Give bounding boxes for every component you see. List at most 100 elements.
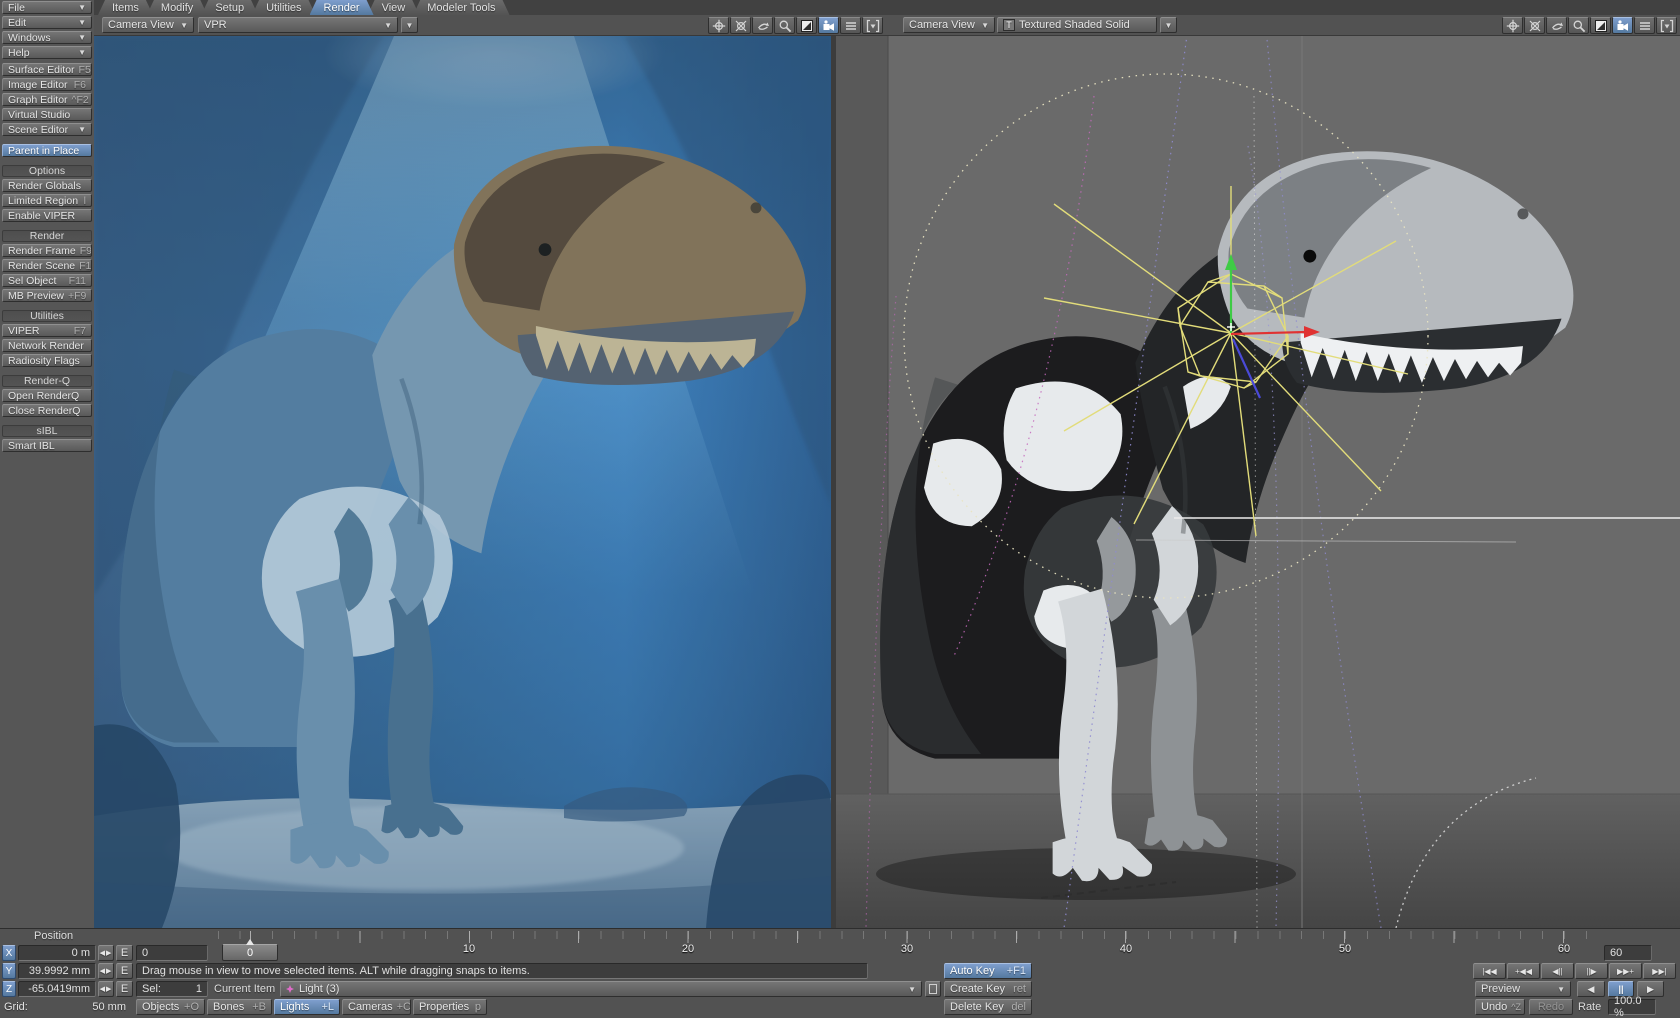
label: Render Frame bbox=[8, 245, 76, 257]
frame-slider-handle[interactable]: 0 bbox=[222, 944, 278, 961]
y-value-field[interactable]: 39.9992 mm bbox=[18, 963, 96, 979]
delete-key-button[interactable]: Delete Keydel bbox=[944, 999, 1032, 1015]
maximize-viewport-icon[interactable] bbox=[1590, 17, 1611, 34]
frame-view-icon[interactable] bbox=[862, 17, 883, 34]
properties-button[interactable]: Propertiesp bbox=[413, 999, 487, 1015]
right-view-type-dropdown[interactable]: Camera View▼ bbox=[903, 17, 995, 33]
x-value-field[interactable]: 0 m bbox=[18, 945, 96, 961]
orbit-view-icon[interactable] bbox=[1546, 17, 1567, 34]
play-reverse-button[interactable]: ◀ bbox=[1577, 981, 1605, 997]
render-frame-button[interactable]: Render FrameF9 bbox=[2, 244, 92, 257]
timeline-track[interactable]: 10 20 30 40 50 60 0 bbox=[211, 931, 1601, 962]
menu-edit[interactable]: Edit▼ bbox=[2, 16, 92, 29]
step-forward-button[interactable]: ||▶ bbox=[1575, 963, 1608, 979]
cameras-mode-button[interactable]: Cameras+C bbox=[342, 999, 411, 1015]
virtual-studio-button[interactable]: Virtual Studio bbox=[2, 108, 92, 121]
vpr-viewport[interactable] bbox=[94, 36, 831, 928]
z-axis-button[interactable]: Z bbox=[2, 981, 16, 997]
lights-mode-button[interactable]: Lights+L bbox=[274, 999, 340, 1015]
current-item-dropdown[interactable]: Light (3)▼ bbox=[280, 981, 922, 997]
pan-view-icon[interactable] bbox=[1502, 17, 1523, 34]
mb-preview-button[interactable]: MB Preview+F9 bbox=[2, 289, 92, 302]
z-envelope-button[interactable]: E bbox=[116, 981, 133, 997]
menu-help[interactable]: Help▼ bbox=[2, 46, 92, 59]
redo-button[interactable]: Redo bbox=[1529, 999, 1573, 1015]
x-envelope-button[interactable]: E bbox=[116, 945, 133, 961]
objects-mode-button[interactable]: Objects+O bbox=[136, 999, 205, 1015]
camera-icon[interactable] bbox=[1612, 17, 1633, 34]
right-render-mode-dropdown[interactable]: TTextured Shaded Solid bbox=[997, 17, 1157, 33]
tab-utilities[interactable]: Utilities bbox=[252, 0, 315, 15]
undo-button[interactable]: Undo^Z bbox=[1475, 999, 1525, 1015]
next-keyframe-button[interactable]: ▶▶+ bbox=[1609, 963, 1642, 979]
create-key-button[interactable]: Create Keyret bbox=[944, 981, 1032, 997]
surface-editor-button[interactable]: Surface EditorF5 bbox=[2, 63, 92, 76]
right-header-extra-dropdown[interactable]: ▼ bbox=[1160, 17, 1177, 33]
go-to-end-button[interactable]: ▶▶| bbox=[1643, 963, 1676, 979]
rate-value-field[interactable]: 100.0 % bbox=[1608, 999, 1656, 1015]
viper-button[interactable]: VIPERF7 bbox=[2, 324, 92, 337]
x-stepper[interactable]: ◀▶ bbox=[98, 945, 114, 961]
open-renderq-button[interactable]: Open RenderQ bbox=[2, 389, 92, 402]
viewport-menu-icon[interactable] bbox=[840, 17, 861, 34]
tab-modeler-tools[interactable]: Modeler Tools bbox=[413, 0, 509, 15]
left-render-mode-dropdown[interactable]: VPR▼ bbox=[198, 17, 398, 33]
menu-file[interactable]: File▼ bbox=[2, 1, 92, 14]
render-globals-button[interactable]: Render Globals bbox=[2, 179, 92, 192]
y-axis-button[interactable]: Y bbox=[2, 963, 16, 979]
shaded-viewport-scene[interactable] bbox=[836, 36, 1680, 928]
shaded-viewport[interactable] bbox=[836, 36, 1680, 928]
preview-dropdown[interactable]: Preview▼ bbox=[1475, 981, 1571, 997]
rotate-view-icon[interactable] bbox=[1524, 17, 1545, 34]
chevron-down-icon: ▼ bbox=[406, 21, 414, 30]
label: Network Render bbox=[8, 340, 84, 352]
bones-mode-button[interactable]: Bones+B bbox=[207, 999, 272, 1015]
graph-editor-button[interactable]: Graph Editor^F2 bbox=[2, 93, 92, 106]
zoom-view-icon[interactable] bbox=[1568, 17, 1589, 34]
enable-viper-button[interactable]: Enable VIPER bbox=[2, 209, 92, 222]
left-view-type-dropdown[interactable]: Camera View▼ bbox=[102, 17, 194, 33]
frame-view-icon[interactable] bbox=[1656, 17, 1677, 34]
pan-view-icon[interactable] bbox=[708, 17, 729, 34]
maximize-viewport-icon[interactable] bbox=[796, 17, 817, 34]
orbit-view-icon[interactable] bbox=[752, 17, 773, 34]
zoom-view-icon[interactable] bbox=[774, 17, 795, 34]
scene-editor-button[interactable]: Scene Editor▼ bbox=[2, 123, 92, 136]
camera-icon[interactable] bbox=[818, 17, 839, 34]
step-back-button[interactable]: ◀|| bbox=[1541, 963, 1574, 979]
auto-key-toggle[interactable]: Auto Key+F1 bbox=[944, 963, 1032, 979]
grid-value: 50 mm bbox=[92, 1001, 126, 1013]
image-editor-button[interactable]: Image EditorF6 bbox=[2, 78, 92, 91]
y-envelope-button[interactable]: E bbox=[116, 963, 133, 979]
tab-view[interactable]: View bbox=[368, 0, 420, 15]
rotate-view-icon[interactable] bbox=[730, 17, 751, 34]
current-frame-field[interactable]: 0 bbox=[136, 945, 208, 961]
z-stepper[interactable]: ◀▶ bbox=[98, 981, 114, 997]
previous-keyframe-button[interactable]: +◀◀ bbox=[1507, 963, 1540, 979]
viewport-divider[interactable] bbox=[831, 36, 836, 928]
z-value-field[interactable]: -65.0419mm bbox=[18, 981, 96, 997]
vpr-render-scene[interactable] bbox=[94, 36, 831, 928]
menu-windows[interactable]: Windows▼ bbox=[2, 31, 92, 44]
limited-region-button[interactable]: Limited Regionl bbox=[2, 194, 92, 207]
tab-render[interactable]: Render bbox=[310, 0, 374, 15]
utilities-section-header: Utilities bbox=[2, 310, 92, 322]
smart-ibl-button[interactable]: Smart IBL bbox=[2, 439, 92, 452]
left-header-extra-dropdown[interactable]: ▼ bbox=[401, 17, 418, 33]
parent-in-place-toggle[interactable]: Parent in Place bbox=[2, 144, 92, 157]
tab-items[interactable]: Items bbox=[98, 0, 153, 15]
current-item-label: Current Item bbox=[214, 981, 275, 997]
sel-object-button[interactable]: Sel ObjectF11 bbox=[2, 274, 92, 287]
radiosity-flags-button[interactable]: Radiosity Flags bbox=[2, 354, 92, 367]
close-renderq-button[interactable]: Close RenderQ bbox=[2, 404, 92, 417]
go-to-start-button[interactable]: |◀◀ bbox=[1473, 963, 1506, 979]
tab-modify[interactable]: Modify bbox=[147, 0, 207, 15]
viewport-menu-icon[interactable] bbox=[1634, 17, 1655, 34]
item-picker-button[interactable] bbox=[925, 981, 941, 997]
network-render-button[interactable]: Network Render bbox=[2, 339, 92, 352]
y-stepper[interactable]: ◀▶ bbox=[98, 963, 114, 979]
tab-setup[interactable]: Setup bbox=[201, 0, 258, 15]
end-frame-field[interactable]: 60 bbox=[1604, 945, 1652, 961]
render-scene-button[interactable]: Render SceneF10 bbox=[2, 259, 92, 272]
x-axis-button[interactable]: X bbox=[2, 945, 16, 961]
